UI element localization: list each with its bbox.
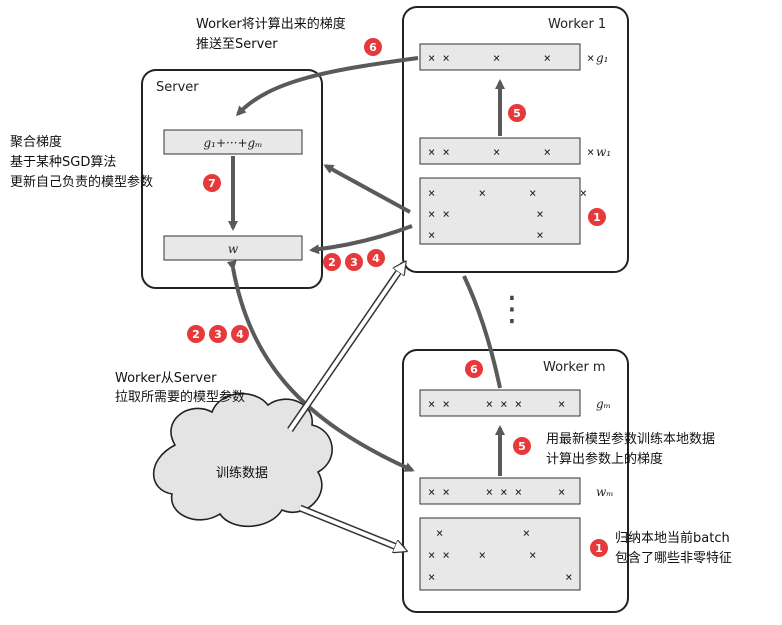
worker-m-weight-row: × × × × × × (428, 485, 565, 499)
worker-m-title: Worker m (543, 360, 606, 375)
note-pull-line: 拉取所需要的模型参数 (115, 389, 245, 405)
note-aggregate-line: 基于某种SGD算法 (10, 155, 116, 170)
worker-m-data-row: × × (428, 570, 573, 584)
worker-1-title: Worker 1 (548, 17, 606, 32)
feature-request-arrow (323, 164, 411, 214)
worker-1-data-row: × × × (428, 207, 544, 221)
worker-1-weight-label: w₁ (596, 145, 611, 159)
note-push-line: 推送至Server (196, 37, 278, 52)
training-data-label: 训练数据 (216, 466, 268, 481)
step-badge-label: 6 (369, 41, 377, 54)
note-compute-line: 计算出参数上的梯度 (546, 451, 663, 467)
pull-request-arrow-worker-1 (309, 224, 413, 255)
server-title: Server (156, 80, 199, 95)
step-badge-label: 6 (470, 363, 478, 376)
gradient-sum-label: g₁+···+gₘ (203, 136, 262, 150)
worker-1-gradient-label: g₁ (596, 51, 609, 65)
parameter-server-diagram: Server g₁+···+gₘ w Worker 1 × × × × × g₁… (10, 6, 732, 613)
worker-m-gradient-row: × × × × × × (428, 397, 565, 411)
note-features-line: 包含了哪些非零特征 (615, 550, 732, 566)
data-feed-arrows (287, 264, 404, 550)
note-aggregate-line: 聚合梯度 (10, 134, 62, 150)
worker-m-gradient-label: gₘ (596, 397, 611, 411)
step-badge-label: 1 (593, 211, 601, 224)
step-badge-label: 4 (372, 252, 380, 265)
server-weight-label: w (228, 242, 239, 256)
note-pull-line: Worker从Server (115, 371, 217, 386)
worker-1-panel: Worker 1 × × × × × g₁ × × × × × w₁ × × ×… (402, 6, 629, 273)
step-badge-label: 3 (214, 328, 222, 341)
worker-1-weight-row: × × × × × (428, 145, 594, 159)
note-push-line: Worker将计算出来的梯度 (196, 16, 346, 32)
note-features-line: 归纳本地当前batch (615, 530, 730, 546)
worker-ellipsis: ⋮ (495, 289, 529, 329)
step-badge-label: 5 (513, 107, 521, 120)
worker-m-weight-label: wₘ (596, 485, 614, 499)
step-badge-label: 4 (236, 328, 244, 341)
worker-1-data-row: × × × × (428, 186, 587, 200)
note-compute-line: 用最新模型参数训练本地数据 (546, 431, 715, 447)
worker-1-data-row: × × (428, 228, 544, 242)
worker-m-panel: Worker m × × × × × × gₘ × × × × × × wₘ ×… (402, 349, 629, 613)
step-badge-label: 7 (208, 177, 216, 190)
feed-arrow-worker-m (299, 506, 404, 550)
worker-1-gradient-row: × × × × × (428, 51, 594, 65)
worker-m-data-row: × × (436, 526, 530, 540)
note-aggregate-line: 更新自己负责的模型参数 (10, 174, 153, 190)
step-badge-label: 2 (192, 328, 200, 341)
step-badge-label: 1 (595, 542, 603, 555)
step-badge-label: 5 (518, 440, 526, 453)
step-badge-label: 3 (350, 256, 358, 269)
step-badge-label: 2 (328, 256, 336, 269)
worker-m-data-row: × × × × (428, 548, 536, 562)
